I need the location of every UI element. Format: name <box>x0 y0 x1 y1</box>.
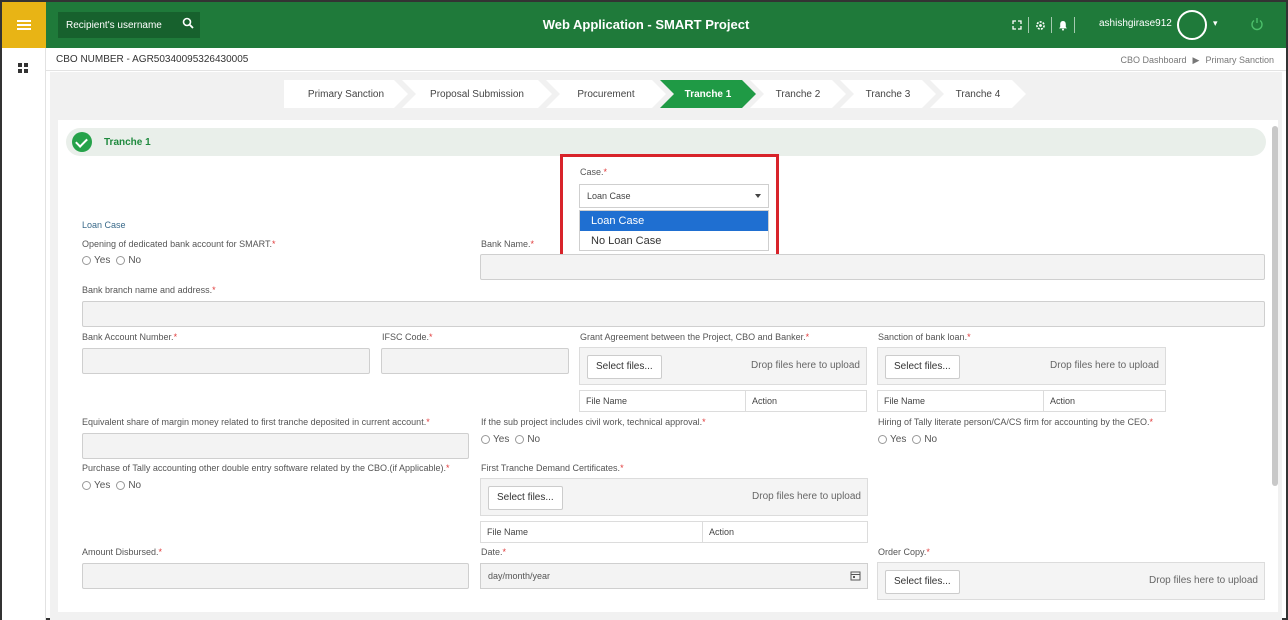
margin-money-input[interactable] <box>82 433 469 459</box>
radio-yes[interactable] <box>82 256 91 265</box>
calendar-icon[interactable] <box>850 570 861 581</box>
demand-certs-label: First Tranche Demand Certificates.* <box>481 463 624 473</box>
radio-no[interactable] <box>116 256 126 265</box>
wizard-step-primary-sanction[interactable]: Primary Sanction <box>284 80 408 108</box>
breadcrumb-current[interactable]: Primary Sanction <box>1205 55 1274 66</box>
settings-gear-icon[interactable] <box>1029 16 1051 34</box>
cbo-number: CBO NUMBER - AGR50340095326430005 <box>56 54 249 65</box>
date-input[interactable]: day/month/year <box>480 563 868 589</box>
amount-disbursed-input[interactable] <box>82 563 469 589</box>
wizard-step-tranche-1[interactable]: Tranche 1 <box>660 80 756 108</box>
bank-name-input[interactable] <box>480 254 1265 280</box>
tally-hiring-label: Hiring of Tally literate person/CA/CS fi… <box>878 417 1153 427</box>
file-table-header: File Name Action <box>480 521 868 543</box>
amount-disbursed-label: Amount Disbursed.* <box>82 547 163 557</box>
sanction-loan-label: Sanction of bank loan.* <box>878 332 971 342</box>
left-rail <box>2 48 46 620</box>
wizard-step-tranche-4[interactable]: Tranche 4 <box>930 80 1026 108</box>
divider <box>46 70 1286 71</box>
wizard-step-procurement[interactable]: Procurement <box>546 80 666 108</box>
tally-hiring-radios: Yes No <box>878 434 937 445</box>
wizard-step-proposal-submission[interactable]: Proposal Submission <box>402 80 552 108</box>
bank-name-label: Bank Name.* <box>481 239 535 249</box>
recipient-search-input[interactable]: Recipient's username <box>58 12 200 38</box>
radio-no[interactable] <box>912 435 922 444</box>
drop-zone-text: Drop files here to upload <box>752 491 861 502</box>
radio-yes[interactable] <box>878 435 887 444</box>
drop-zone-text: Drop files here to upload <box>1149 575 1258 586</box>
breadcrumb: CBO Dashboard ▶ Primary Sanction <box>1121 55 1275 66</box>
wizard-step-tranche-3[interactable]: Tranche 3 <box>840 80 936 108</box>
app-frame: Recipient's username Web Application - S… <box>0 0 1288 620</box>
civil-work-label: If the sub project includes civil work, … <box>481 417 706 427</box>
margin-money-label: Equivalent share of margin money related… <box>82 417 430 427</box>
highlight-box <box>560 154 779 258</box>
top-icon-group <box>1006 16 1075 34</box>
bank-account-opening-radios: Yes No <box>82 255 141 266</box>
fullscreen-icon[interactable] <box>1006 16 1028 34</box>
wizard-steps: Primary Sanction Proposal Submission Pro… <box>284 80 1020 108</box>
drop-zone-text: Drop files here to upload <box>751 360 860 371</box>
date-label: Date.* <box>481 547 507 557</box>
date-placeholder: day/month/year <box>488 571 551 581</box>
sanction-loan-upload[interactable]: Select files... Drop files here to uploa… <box>877 347 1166 385</box>
select-files-button[interactable]: Select files... <box>885 570 960 594</box>
radio-yes[interactable] <box>481 435 490 444</box>
section-header[interactable] <box>66 128 1266 156</box>
check-circle-icon <box>72 132 92 152</box>
username-label[interactable]: ashishgirase912 <box>1099 18 1172 29</box>
branch-address-input[interactable] <box>82 301 1265 327</box>
order-copy-upload[interactable]: Select files... Drop files here to uploa… <box>877 562 1265 600</box>
divider <box>1074 17 1075 33</box>
ifsc-label: IFSC Code.* <box>382 332 433 342</box>
avatar[interactable] <box>1177 10 1207 40</box>
notification-bell-icon[interactable] <box>1052 16 1074 34</box>
radio-no[interactable] <box>116 481 126 490</box>
grant-agreement-upload[interactable]: Select files... Drop files here to uploa… <box>579 347 867 385</box>
branch-label: Bank branch name and address.* <box>82 285 216 295</box>
section-title: Tranche 1 <box>104 137 151 148</box>
tally-purchase-radios: Yes No <box>82 480 141 491</box>
power-icon[interactable] <box>1250 17 1264 31</box>
demand-certs-upload[interactable]: Select files... Drop files here to uploa… <box>480 478 868 516</box>
file-table-header: File Name Action <box>877 390 1166 412</box>
bank-account-opening-label: Opening of dedicated bank account for SM… <box>82 239 276 249</box>
grant-agreement-label: Grant Agreement between the Project, CBO… <box>580 332 810 342</box>
select-files-button[interactable]: Select files... <box>587 355 662 379</box>
select-files-button[interactable]: Select files... <box>488 486 563 510</box>
menu-icon <box>17 20 31 30</box>
select-files-button[interactable]: Select files... <box>885 355 960 379</box>
civil-work-radios: Yes No <box>481 434 540 445</box>
apps-grid-icon[interactable] <box>17 62 29 74</box>
page-scrollbar[interactable] <box>1272 126 1278 486</box>
ifsc-input[interactable] <box>381 348 569 374</box>
search-placeholder: Recipient's username <box>66 19 162 31</box>
breadcrumb-dashboard[interactable]: CBO Dashboard <box>1121 55 1187 66</box>
tally-purchase-label: Purchase of Tally accounting other doubl… <box>82 463 450 473</box>
top-bar: Recipient's username Web Application - S… <box>2 2 1286 48</box>
chevron-down-icon[interactable]: ▾ <box>1213 18 1218 29</box>
hamburger-menu-button[interactable] <box>2 2 46 48</box>
account-number-label: Bank Account Number.* <box>82 332 178 342</box>
breadcrumb-separator-icon: ▶ <box>1192 55 1200 65</box>
file-table-header: File Name Action <box>579 390 867 412</box>
drop-zone-text: Drop files here to upload <box>1050 360 1159 371</box>
radio-no[interactable] <box>515 435 525 444</box>
order-copy-label: Order Copy.* <box>878 547 930 557</box>
wizard-step-tranche-2[interactable]: Tranche 2 <box>750 80 846 108</box>
radio-yes[interactable] <box>82 481 91 490</box>
loan-case-heading: Loan Case <box>82 220 126 230</box>
search-icon[interactable] <box>182 17 194 29</box>
account-number-input[interactable] <box>82 348 370 374</box>
